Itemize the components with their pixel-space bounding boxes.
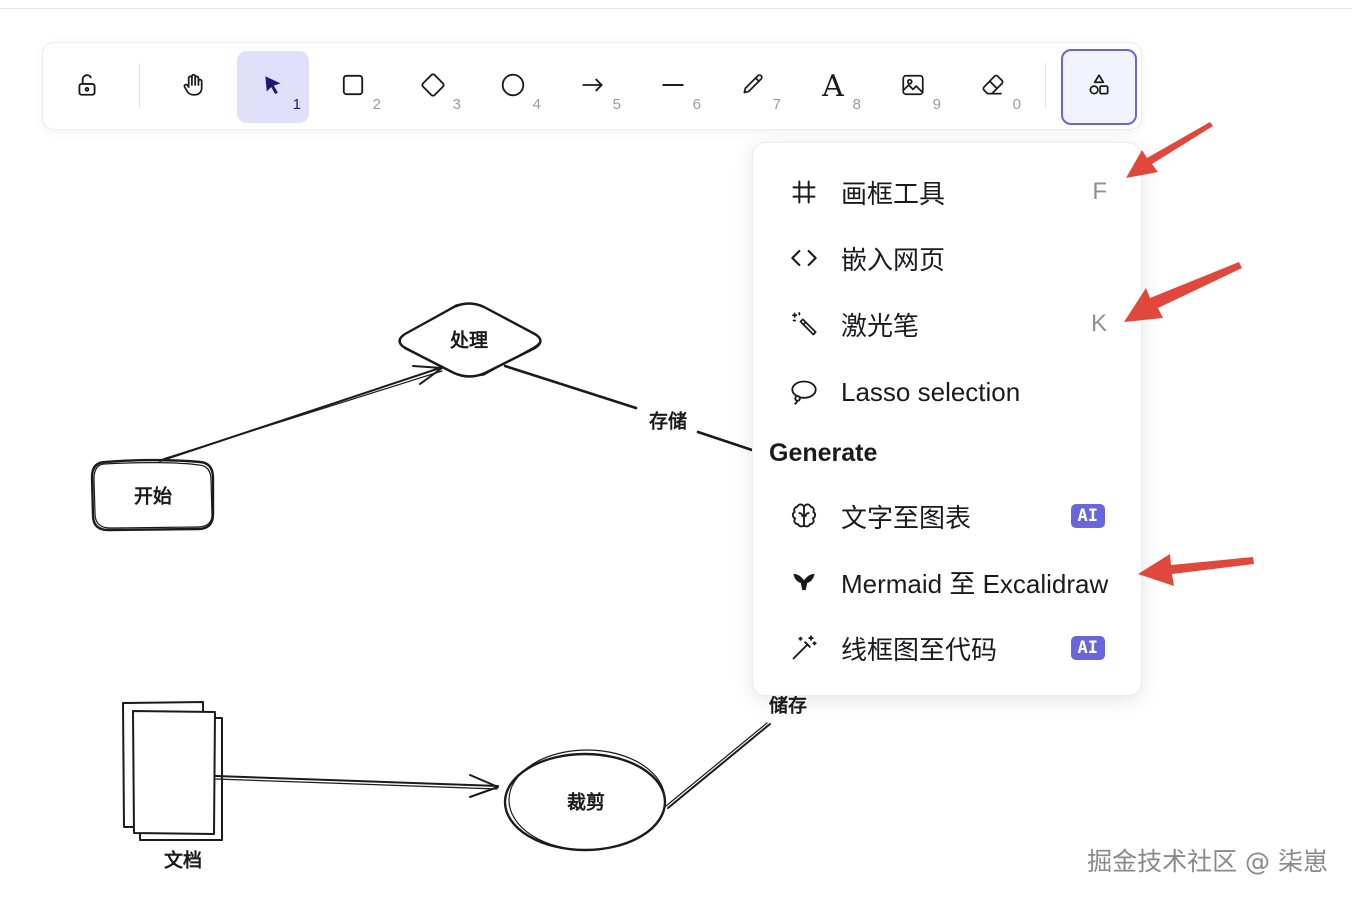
- menu-item-label: Mermaid 至 Excalidraw: [841, 568, 1109, 599]
- crop-node-label[interactable]: 裁剪: [567, 788, 605, 815]
- document-node-label[interactable]: 文档: [164, 846, 202, 873]
- pointer-icon: [260, 72, 286, 103]
- tool-key-hint: 4: [532, 96, 541, 113]
- diamond-icon: [420, 72, 446, 103]
- menu-item-embed-web[interactable]: 嵌入网页: [769, 231, 1127, 285]
- ai-badge: AI: [1070, 636, 1105, 660]
- menu-item-label: 文字至图表: [841, 502, 972, 533]
- tool-key-hint: 3: [452, 96, 461, 113]
- selection-tool-button[interactable]: 1: [237, 51, 309, 123]
- menu-item-label: Lasso selection: [841, 376, 1021, 407]
- menu-item-label: 激光笔: [841, 310, 920, 341]
- generate-heading: Generate: [769, 439, 878, 467]
- menu-item-frame-tool[interactable]: 画框工具 F: [769, 165, 1127, 219]
- tool-key-hint: 0: [1012, 96, 1021, 113]
- mermaid-icon: [789, 567, 819, 597]
- tool-key-hint: 8: [852, 96, 861, 113]
- ai-badge: AI: [1070, 504, 1105, 528]
- menu-item-label: 画框工具: [841, 178, 946, 209]
- lock-tool-button[interactable]: [51, 51, 123, 123]
- rectangle-tool-button[interactable]: 2: [317, 51, 389, 123]
- extra-tools-dropdown: 画框工具 F 嵌入网页 激光笔 K Lasso selection Genera…: [752, 142, 1142, 696]
- unlock-icon: [74, 72, 100, 103]
- tool-key-hint: 5: [612, 96, 621, 113]
- tool-key-hint: 6: [692, 96, 701, 113]
- toolbar-separator: [1045, 63, 1046, 109]
- line-process-to-storage: [503, 364, 638, 410]
- brain-icon: [789, 501, 819, 531]
- pencil-tool-button[interactable]: 7: [717, 51, 789, 123]
- shapes-icon: [1086, 72, 1112, 103]
- menu-item-label: 线框图至代码: [841, 634, 998, 665]
- frame-icon: [789, 177, 819, 207]
- line-tool-button[interactable]: 6: [637, 51, 709, 123]
- tool-key-hint: 9: [932, 96, 941, 113]
- start-node-label[interactable]: 开始: [134, 482, 172, 509]
- process-node-label[interactable]: 处理: [450, 326, 488, 353]
- text-icon: A: [822, 69, 844, 104]
- menu-item-wireframe-to-code[interactable]: 线框图至代码 AI: [769, 621, 1127, 675]
- menu-item-lasso-selection[interactable]: Lasso selection: [769, 365, 1127, 419]
- text-tool-button[interactable]: A 8: [797, 51, 869, 123]
- eraser-tool-button[interactable]: 0: [957, 51, 1029, 123]
- arrow-right-icon: [580, 72, 606, 103]
- arrow-tool-button[interactable]: 5: [557, 51, 629, 123]
- lasso-icon: [789, 377, 819, 407]
- toolbar-separator: [139, 63, 140, 109]
- menu-item-laser-pointer[interactable]: 激光笔 K: [769, 297, 1127, 351]
- hand-tool-button[interactable]: [157, 51, 229, 123]
- menu-item-label: 嵌入网页: [841, 244, 946, 275]
- laser-pointer-icon: [789, 309, 819, 339]
- magic-wand-icon: [789, 633, 819, 663]
- ellipse-icon: [500, 72, 526, 103]
- tool-key-hint: 1: [292, 96, 301, 113]
- menu-item-text-to-diagram[interactable]: 文字至图表 AI: [769, 489, 1127, 543]
- menu-item-mermaid-to-excalidraw[interactable]: Mermaid 至 Excalidraw: [769, 555, 1127, 609]
- hand-icon: [180, 72, 206, 103]
- ellipse-tool-button[interactable]: 4: [477, 51, 549, 123]
- tool-key-hint: 2: [372, 96, 381, 113]
- pencil-icon: [740, 72, 766, 103]
- diamond-tool-button[interactable]: 3: [397, 51, 469, 123]
- edge-label-store[interactable]: 存储: [646, 406, 690, 434]
- tool-key-hint: 7: [772, 96, 781, 113]
- main-toolbar: 1 2 3 4 5 6 7 A 8 9 0: [42, 42, 1142, 130]
- code-icon: [789, 243, 819, 273]
- line-icon: [660, 72, 686, 103]
- rectangle-icon: [340, 72, 366, 103]
- menu-item-shortcut: K: [1090, 310, 1107, 337]
- image-tool-button[interactable]: 9: [877, 51, 949, 123]
- menu-item-shortcut: F: [1092, 178, 1107, 205]
- line-crop-to-storage: [667, 723, 771, 809]
- eraser-icon: [980, 72, 1006, 103]
- watermark-text: 掘金技术社区 @ 柒崽: [1087, 847, 1328, 876]
- more-tools-button[interactable]: [1061, 49, 1137, 125]
- image-icon: [900, 72, 926, 103]
- drawing-canvas[interactable]: [0, 0, 1352, 900]
